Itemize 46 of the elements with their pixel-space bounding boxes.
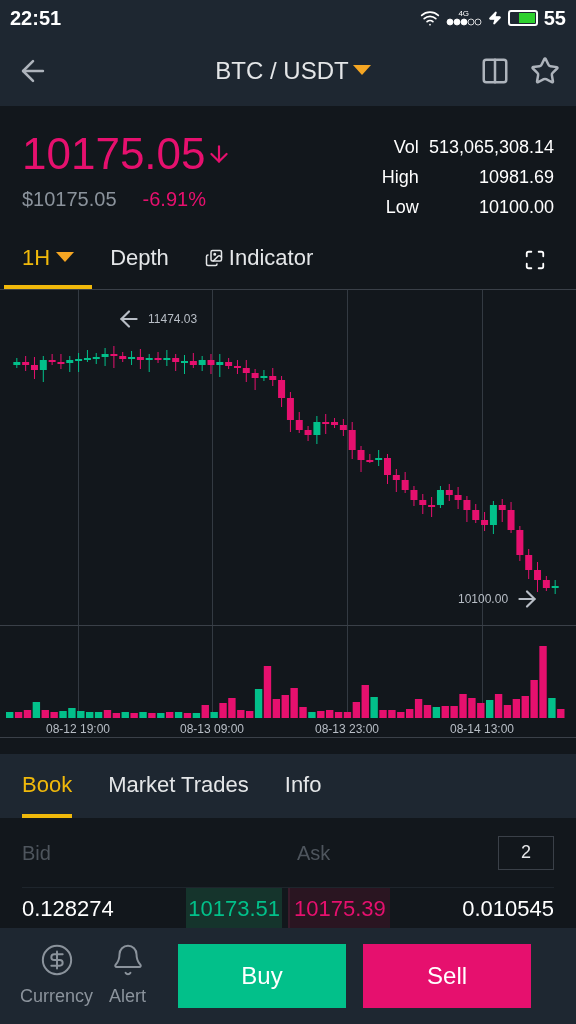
bottom-action[interactable]: Currency — [20, 942, 94, 1010]
sell-button[interactable]: Sell — [363, 944, 532, 1008]
network-label: 4G — [458, 10, 470, 18]
currency-icon — [39, 942, 74, 977]
stat-value: 513,065,308.14 — [428, 136, 554, 159]
bid-header: Bid — [22, 840, 52, 866]
book-tab[interactable]: Book — [22, 754, 73, 818]
time-label: 08-14 13:00 — [449, 721, 515, 738]
bottom-action[interactable]: Alert — [109, 942, 147, 1010]
status-time: 22:51 — [10, 6, 62, 31]
battery-icon — [507, 10, 538, 26]
stat-label: Low — [384, 196, 419, 219]
signal-icon — [445, 18, 482, 26]
book-tab[interactable]: Info — [284, 754, 322, 818]
price-change: -6.91% — [142, 187, 206, 212]
stat-label: High — [381, 166, 419, 189]
time-label: 08-13 09:00 — [179, 721, 245, 738]
chart-tab[interactable]: 1H — [4, 230, 93, 289]
battery-level: 55 — [543, 6, 566, 31]
indicator-icon — [204, 248, 223, 267]
low-marker: 10100.00 — [458, 591, 509, 608]
time-label: 08-12 19:00 — [45, 721, 111, 738]
charging-icon — [487, 11, 502, 25]
stat-label: Vol — [392, 136, 419, 159]
layout-icon[interactable] — [480, 56, 510, 86]
stat-value: 10100.00 — [477, 196, 554, 219]
fullscreen-icon[interactable] — [524, 248, 546, 271]
chart-tab[interactable]: Depth — [92, 230, 187, 289]
stat-value: 10981.69 — [477, 166, 554, 189]
time-label: 08-13 23:00 — [314, 721, 380, 738]
high-marker: 11474.03 — [148, 311, 198, 328]
last-price: 10175.05 — [22, 130, 206, 178]
ask-header: Ask — [297, 840, 331, 866]
caret-icon — [352, 65, 371, 77]
bid-amount: 0.128274 — [22, 894, 115, 923]
bid-price: 10173.51 — [186, 888, 282, 928]
pair-selector[interactable]: BTC / USDT — [159, 53, 371, 89]
caret-icon — [56, 251, 75, 264]
chart-tab[interactable]: Indicator — [186, 230, 332, 289]
ask-price: 10175.39 — [288, 888, 390, 928]
book-tab[interactable]: Market Trades — [108, 754, 249, 818]
fiat-price: $10175.05 — [22, 187, 117, 212]
wifi-icon — [419, 8, 440, 28]
precision-selector[interactable]: 2 — [498, 835, 554, 870]
add-favorite-icon[interactable] — [530, 56, 560, 86]
ask-amount: 0.010545 — [461, 894, 554, 923]
